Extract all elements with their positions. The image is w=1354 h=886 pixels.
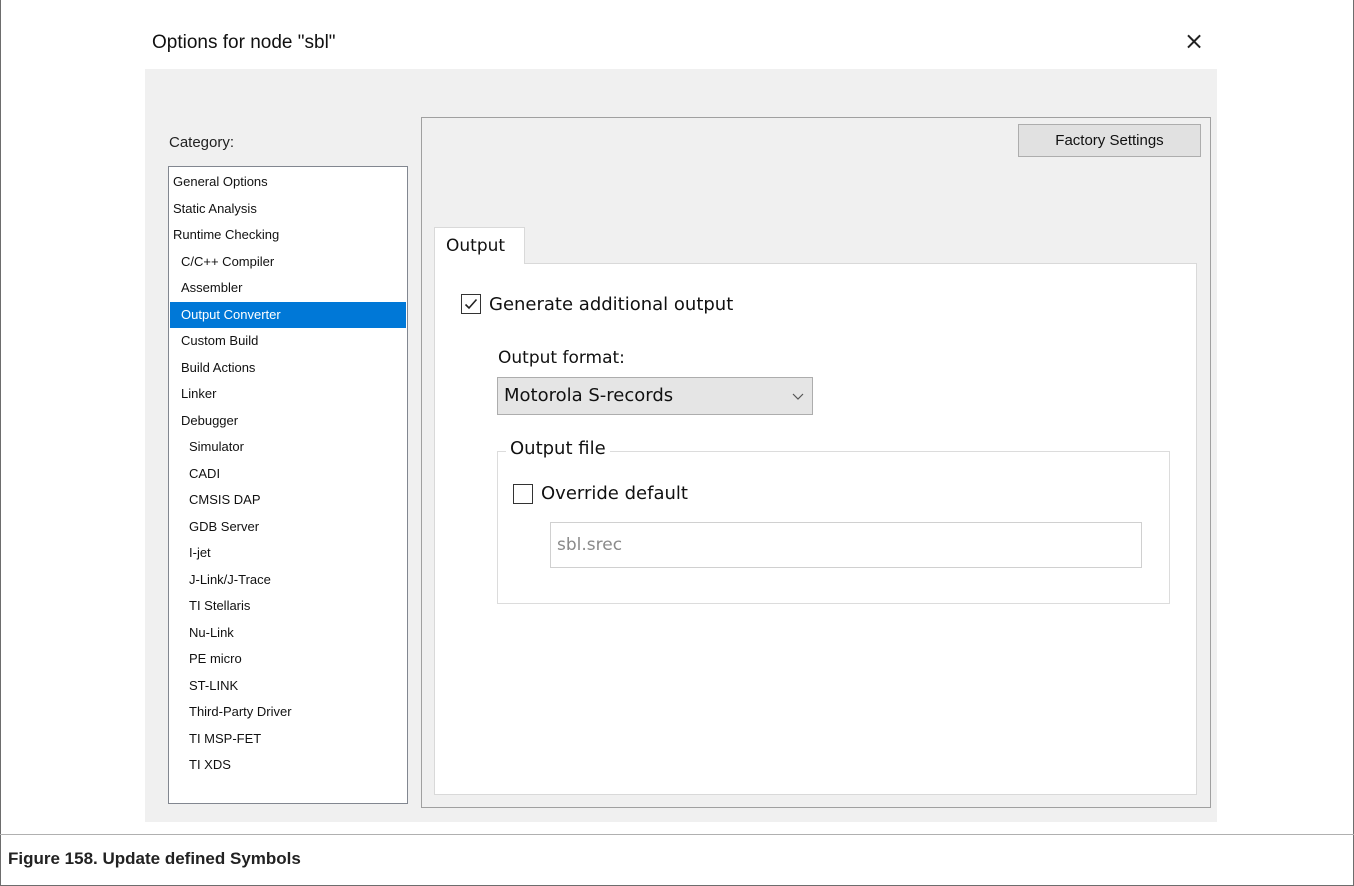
category-item[interactable]: General Options — [170, 169, 406, 195]
generate-output-checkbox[interactable] — [461, 294, 481, 314]
category-list[interactable]: General Options Static Analysis Runtime Ch… — [168, 166, 408, 804]
chevron-down-icon — [792, 393, 804, 400]
factory-settings-button[interactable]: Factory Settings — [1018, 124, 1201, 157]
category-item[interactable]: Nu-Link — [170, 620, 406, 646]
close-icon[interactable]: × — [1181, 28, 1207, 54]
category-item[interactable]: CMSIS DAP — [170, 487, 406, 513]
category-item[interactable]: TI Stellaris — [170, 593, 406, 619]
dialog-title: Options for node "sbl" — [152, 32, 336, 53]
override-default-label[interactable]: Override default — [541, 483, 688, 504]
category-item[interactable]: TI XDS — [170, 752, 406, 778]
tab-output[interactable]: Output — [434, 227, 525, 264]
output-format-label: Output format: — [498, 348, 625, 368]
category-item[interactable]: C/C++ Compiler — [170, 249, 406, 275]
category-item[interactable]: I-jet — [170, 540, 406, 566]
output-file-path-input[interactable]: sbl.srec — [550, 522, 1142, 568]
checkmark-icon — [464, 298, 478, 310]
override-default-checkbox[interactable] — [513, 484, 533, 504]
category-item[interactable]: Simulator — [170, 434, 406, 460]
category-item[interactable]: Static Analysis — [170, 196, 406, 222]
category-item[interactable]: Output Converter — [170, 301, 406, 328]
category-item[interactable]: Runtime Checking — [170, 222, 406, 248]
output-file-group-title: Output file — [506, 438, 610, 459]
category-item[interactable]: ST-LINK — [170, 673, 406, 699]
category-item[interactable]: Third-Party Driver — [170, 699, 406, 725]
category-item[interactable]: Debugger — [170, 408, 406, 434]
category-label: Category: — [169, 134, 235, 151]
category-item[interactable]: J-Link/J-Trace — [170, 567, 406, 593]
category-item[interactable]: Linker — [170, 381, 406, 407]
figure-caption: Figure 158. Update defined Symbols — [8, 849, 301, 868]
category-item[interactable]: Assembler — [170, 275, 406, 301]
category-item[interactable]: Custom Build — [170, 328, 406, 354]
category-item[interactable]: TI MSP-FET — [170, 726, 406, 752]
category-item[interactable]: PE micro — [170, 646, 406, 672]
category-item[interactable]: Build Actions — [170, 355, 406, 381]
category-item[interactable]: CADI — [170, 461, 406, 487]
output-format-select[interactable]: Motorola S-records — [497, 377, 813, 415]
output-format-value: Motorola S-records — [504, 385, 674, 406]
generate-output-label[interactable]: Generate additional output — [489, 294, 733, 315]
category-item[interactable]: GDB Server — [170, 514, 406, 540]
caption-divider — [0, 834, 1354, 835]
